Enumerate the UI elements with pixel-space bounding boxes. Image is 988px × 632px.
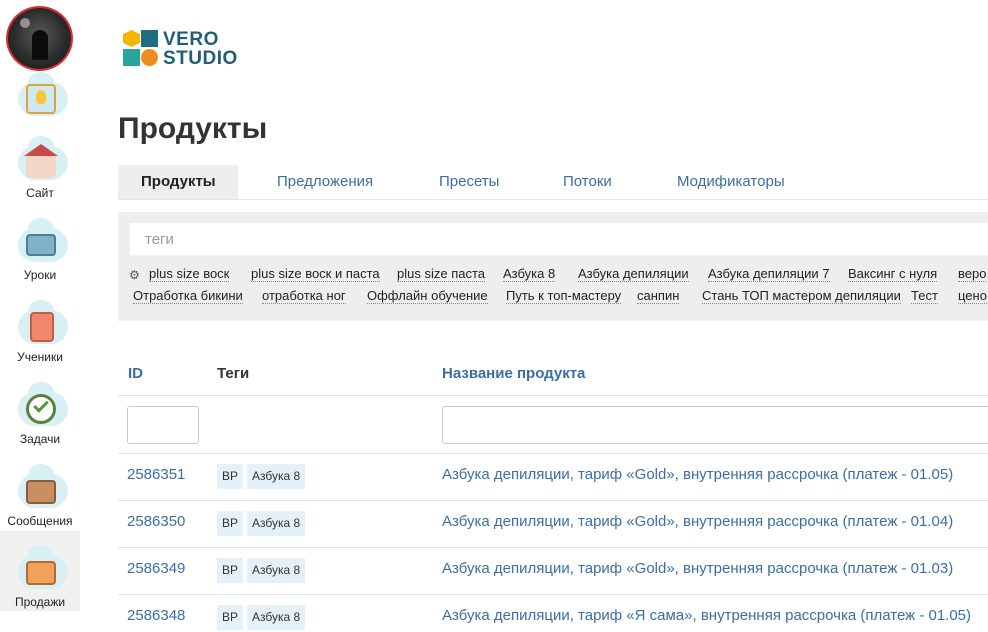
tag-link[interactable]: Путь к топ-мастеру <box>506 288 622 304</box>
sidebar-item-label: Продажи <box>14 595 66 609</box>
tags-search-input[interactable] <box>130 223 988 255</box>
tab-bar: Продукты Предложения Пресеты Потоки Моди… <box>118 165 988 200</box>
tag-link[interactable]: отработка ног <box>262 288 346 304</box>
sidebar: Сайт Уроки Ученики Задачи Сообщения Прод… <box>0 0 80 632</box>
house-roof <box>24 144 58 156</box>
brand-logo[interactable]: VERO STUDIO <box>123 28 243 70</box>
tag-link[interactable]: Азбука депиляции <box>578 266 689 282</box>
avatar-lamp <box>20 18 30 28</box>
gear-icon[interactable]: ⚙ <box>129 268 140 282</box>
logo-text-line2: STUDIO <box>163 48 238 69</box>
briefcase-icon <box>12 545 68 595</box>
house-icon <box>12 136 68 186</box>
logo-hexagon <box>123 30 140 47</box>
notebook-glyph <box>30 312 54 342</box>
page-title: Продукты <box>118 112 268 145</box>
tag-link[interactable]: цено <box>958 288 987 304</box>
tag-link[interactable]: Отработка бикини <box>133 288 243 304</box>
logo-square-teal <box>123 49 140 66</box>
sidebar-item-site[interactable]: Сайт <box>0 136 80 200</box>
table-row[interactable]: 2586348 ВР Азбука 8 Азбука депиляции, та… <box>118 595 988 632</box>
tag-badge: Азбука 8 <box>247 464 306 489</box>
tag-badge: Азбука 8 <box>247 605 306 630</box>
tag-link[interactable]: Стань ТОП мастером депиляции <box>702 288 901 304</box>
sidebar-item-label: Сообщения <box>7 514 73 528</box>
tag-filter-panel: ⚙ plus size воск plus size воск и паста … <box>118 212 988 321</box>
tag-badge: Азбука 8 <box>247 511 306 536</box>
product-id-link[interactable]: 2586349 <box>127 560 185 577</box>
tag-link[interactable]: санпин <box>637 288 680 304</box>
table-row[interactable]: 2586349 ВР Азбука 8 Азбука депиляции, та… <box>118 548 988 595</box>
house-body <box>26 154 56 178</box>
sidebar-item-label: Сайт <box>26 186 54 200</box>
sidebar-item-label: Задачи <box>19 432 61 446</box>
sidebar-item-label: Уроки <box>23 268 57 282</box>
inbox-glyph <box>26 234 56 256</box>
tab-streams[interactable]: Потоки <box>540 165 635 199</box>
table-row[interactable]: 2586351 ВР Азбука 8 Азбука депиляции, та… <box>118 454 988 501</box>
tag-link[interactable]: Азбука 8 <box>503 266 556 282</box>
idea-icon <box>12 72 68 122</box>
sidebar-item-sales[interactable]: Продажи <box>0 531 80 611</box>
product-id-link[interactable]: 2586348 <box>127 607 185 624</box>
column-header-id[interactable]: ID <box>128 365 143 382</box>
sidebar-item-tasks[interactable]: Задачи <box>0 382 80 446</box>
inbox-icon <box>12 218 68 268</box>
product-id-link[interactable]: 2586350 <box>127 513 185 530</box>
sidebar-item-ideas[interactable] <box>0 72 80 122</box>
tag-link[interactable]: веро <box>958 266 987 282</box>
mailbox-glyph <box>26 480 56 504</box>
tag-link[interactable]: Ваксинг с нуля <box>848 266 938 282</box>
divider <box>118 395 988 396</box>
briefcase-glyph <box>26 561 56 585</box>
tag-link[interactable]: plus size паста <box>397 266 485 282</box>
avatar-figure <box>32 30 48 60</box>
sidebar-item-label: Ученики <box>17 350 63 364</box>
tag-badge: ВР <box>217 511 244 536</box>
id-filter-input[interactable] <box>127 406 199 444</box>
product-name-link[interactable]: Азбука депиляции, тариф «Я сама», внутре… <box>442 607 971 624</box>
column-header-name[interactable]: Название продукта <box>442 365 585 382</box>
tab-presets[interactable]: Пресеты <box>416 165 522 199</box>
sidebar-item-students[interactable]: Ученики <box>0 300 80 364</box>
product-name-link[interactable]: Азбука депиляции, тариф «Gold», внутренн… <box>442 466 953 483</box>
checkmark-icon <box>12 382 68 432</box>
table-row[interactable]: 2586350 ВР Азбука 8 Азбука депиляции, та… <box>118 501 988 548</box>
tag-link[interactable]: plus size воск <box>149 266 230 282</box>
column-header-tags: Теги <box>217 365 250 382</box>
product-name-link[interactable]: Азбука депиляции, тариф «Gold», внутренн… <box>442 560 953 577</box>
bulb-shape <box>36 90 46 104</box>
tag-badge: Азбука 8 <box>247 558 306 583</box>
sidebar-item-lessons[interactable]: Уроки <box>0 218 80 282</box>
product-name-link[interactable]: Азбука депиляции, тариф «Gold», внутренн… <box>442 513 953 530</box>
tab-modifiers[interactable]: Модификаторы <box>654 165 808 199</box>
avatar[interactable] <box>6 6 73 71</box>
tag-link[interactable]: plus size воск и паста <box>251 266 380 282</box>
tab-offers[interactable]: Предложения <box>254 165 396 199</box>
mailbox-icon <box>12 464 68 514</box>
product-id-link[interactable]: 2586351 <box>127 466 185 483</box>
tag-link[interactable]: Азбука депиляции 7 <box>708 266 830 282</box>
tag-badge: ВР <box>217 605 244 630</box>
name-filter-input[interactable] <box>442 406 988 444</box>
tag-badge: ВР <box>217 558 244 583</box>
tag-link[interactable]: Тест <box>911 288 938 304</box>
tag-badge: ВР <box>217 464 244 489</box>
tab-products[interactable]: Продукты <box>118 165 238 199</box>
sidebar-item-messages[interactable]: Сообщения <box>0 464 80 528</box>
notebook-icon <box>12 300 68 350</box>
logo-circle <box>141 49 158 66</box>
logo-square <box>141 30 158 47</box>
tag-link[interactable]: Оффлайн обучение <box>367 288 488 304</box>
